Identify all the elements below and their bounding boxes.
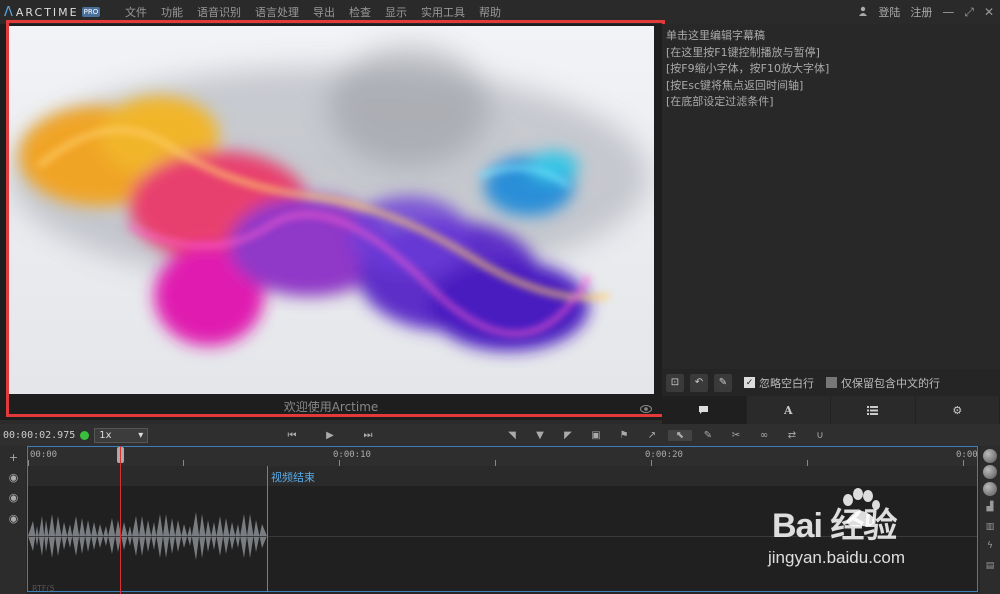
register-link[interactable]: 注册 (910, 4, 932, 20)
pen-icon[interactable]: ↗ (640, 430, 664, 441)
baidu-watermark: Bai 经验 jingyan.baidu.com (760, 488, 990, 578)
tick-label: 0:00:20 (645, 450, 683, 460)
menu-utilities[interactable]: 实用工具 (414, 4, 472, 20)
font-icon: A (783, 403, 793, 417)
link-icon[interactable]: ∞ (752, 430, 776, 441)
transport-controls: ⏮ ▶ ⏭ (280, 424, 380, 446)
subtitle-line[interactable]: [按Esc键将焦点返回时间轴] (666, 78, 996, 95)
minimize-icon[interactable]: — (942, 5, 954, 19)
current-timecode: 00:00:02.975 (3, 429, 76, 441)
mark-out-icon[interactable]: ◤ (556, 430, 580, 441)
import-icon[interactable]: ⊡ (666, 373, 684, 392)
menu-display[interactable]: 显示 (378, 4, 414, 20)
video-frame[interactable] (9, 26, 654, 394)
keep-chinese-lines-option[interactable]: 仅保留包含中文的行 (826, 375, 940, 391)
track-name: RTF(5 (32, 584, 55, 593)
tick-label: 0:00 (956, 450, 978, 460)
close-icon[interactable]: ✕ (984, 5, 994, 19)
playback-control-bar: 00:00:02.975 1x ▾ ⏮ ▶ ⏭ ◥ ▼ ◤ ▣ ⚑ ↗ ⬉ ✎ … (0, 424, 1000, 446)
maximize-icon[interactable]: ⤢ (964, 5, 974, 20)
status-indicator (80, 430, 90, 440)
eye-icon[interactable]: ◉ (8, 492, 19, 503)
keep-chinese-checkbox[interactable] (826, 377, 837, 388)
menu-speech-recognition[interactable]: 语音识别 (190, 4, 248, 20)
skip-back-icon[interactable]: ⏮ (280, 430, 304, 441)
pro-badge: PRO (81, 7, 101, 17)
subtitle-panel-toolbar: ⊡ ↶ ✎ ✓ 忽略空白行 仅保留包含中文的行 (662, 369, 1000, 396)
video-caption: 欢迎使用Arctime (283, 400, 379, 414)
camera-icon[interactable]: ▣ (584, 430, 608, 441)
scissors-icon[interactable]: ✂ (724, 430, 748, 441)
magnet-icon[interactable]: ∪ (808, 430, 832, 441)
swap-icon[interactable]: ⇄ (780, 430, 804, 441)
panel-tabs: A ⚙ (662, 396, 1000, 424)
subtitle-line[interactable]: [在这里按F1键控制播放与暂停] (666, 45, 996, 62)
add-track-icon[interactable]: + (8, 452, 19, 463)
video-content-image (9, 26, 654, 394)
track-controls: + ◉ ◉ ◉ (0, 446, 26, 594)
mark-in-icon[interactable]: ◥ (500, 430, 524, 441)
baidu-url-text: jingyan.baidu.com (768, 548, 906, 567)
keep-chinese-label: 仅保留包含中文的行 (841, 376, 940, 390)
gear-icon: ⚙ (952, 403, 963, 417)
tick-label: 00:00 (30, 450, 58, 460)
eye-icon[interactable] (640, 400, 652, 413)
tab-text-style[interactable]: A (747, 396, 831, 424)
app-name: ARCTIME (15, 5, 79, 19)
title-right-controls: 登陆 注册 — ⤢ ✕ (858, 0, 994, 24)
edit-icon[interactable]: ✎ (696, 430, 720, 441)
menu-bar: 文件 功能 语音识别 语言处理 导出 检查 显示 实用工具 帮助 (118, 4, 508, 20)
subtitle-line[interactable]: [在底部设定过滤条件] (666, 94, 996, 111)
list-icon (867, 405, 879, 415)
cursor-icon[interactable]: ⬉ (668, 429, 692, 441)
ignore-blank-lines-option[interactable]: ✓ 忽略空白行 (744, 375, 814, 391)
ignore-blank-label: 忽略空白行 (759, 376, 814, 390)
time-ruler[interactable]: 00:00 0:00:10 0:00:20 0:00 (27, 446, 978, 466)
video-end-marker (267, 466, 268, 592)
arctime-window: Λ ARCTIME PRO 文件 功能 语音识别 语言处理 导出 检查 显示 实… (0, 0, 1000, 594)
menu-file[interactable]: 文件 (118, 4, 154, 20)
menu-export[interactable]: 导出 (306, 4, 342, 20)
subtitle-track[interactable] (28, 466, 977, 486)
login-link[interactable]: 登陆 (878, 4, 900, 20)
volume-knob-icon[interactable] (983, 449, 997, 463)
arctime-logo-icon: Λ (4, 4, 13, 20)
playhead[interactable] (120, 446, 121, 594)
eye-icon[interactable]: ◉ (8, 513, 19, 524)
user-icon (858, 6, 868, 19)
tick-label: 0:00:10 (333, 450, 371, 460)
menu-language-processing[interactable]: 语言处理 (248, 4, 306, 20)
video-preview-area: 欢迎使用Arctime (0, 24, 662, 420)
subtitle-text-editor[interactable]: 单击这里编辑字幕稿 [在这里按F1键控制播放与暂停] [按F9缩小字体，按F10… (662, 24, 1000, 369)
baidu-brand-text: Bai 经验 (772, 507, 897, 545)
playback-speed-select[interactable]: 1x ▾ (94, 427, 149, 443)
tab-list[interactable] (831, 396, 916, 424)
ignore-blank-checkbox[interactable]: ✓ (744, 377, 755, 388)
tab-settings[interactable]: ⚙ (916, 396, 1000, 424)
title-bar: Λ ARCTIME PRO 文件 功能 语音识别 语言处理 导出 检查 显示 实… (0, 0, 1000, 24)
balance-knob-icon[interactable] (983, 465, 997, 479)
down-triangle-icon[interactable]: ▼ (528, 430, 552, 441)
bookmark-icon[interactable]: ⚑ (612, 430, 636, 441)
edit-tools: ◥ ▼ ◤ ▣ ⚑ ↗ ⬉ ✎ ✂ ∞ ⇄ ∪ (500, 424, 832, 446)
menu-function[interactable]: 功能 (154, 4, 190, 20)
subtitle-line[interactable]: 单击这里编辑字幕稿 (666, 28, 996, 45)
menu-help[interactable]: 帮助 (472, 4, 508, 20)
eye-icon[interactable]: ◉ (8, 472, 19, 483)
subtitle-line[interactable]: [按F9缩小字体，按F10放大字体] (666, 61, 996, 78)
speech-bubble-icon (699, 406, 709, 414)
tab-comments[interactable] (662, 396, 747, 424)
menu-check[interactable]: 检查 (342, 4, 378, 20)
skip-forward-icon[interactable]: ⏭ (356, 430, 380, 441)
play-icon[interactable]: ▶ (318, 430, 342, 441)
video-end-label: 视频结束 (271, 471, 315, 484)
edit-pencil-icon[interactable]: ✎ (714, 373, 732, 392)
chevron-down-icon: ▾ (138, 429, 144, 441)
undo-icon[interactable]: ↶ (690, 373, 708, 392)
speed-value: 1x (99, 429, 112, 441)
app-logo: Λ ARCTIME PRO (0, 5, 118, 20)
